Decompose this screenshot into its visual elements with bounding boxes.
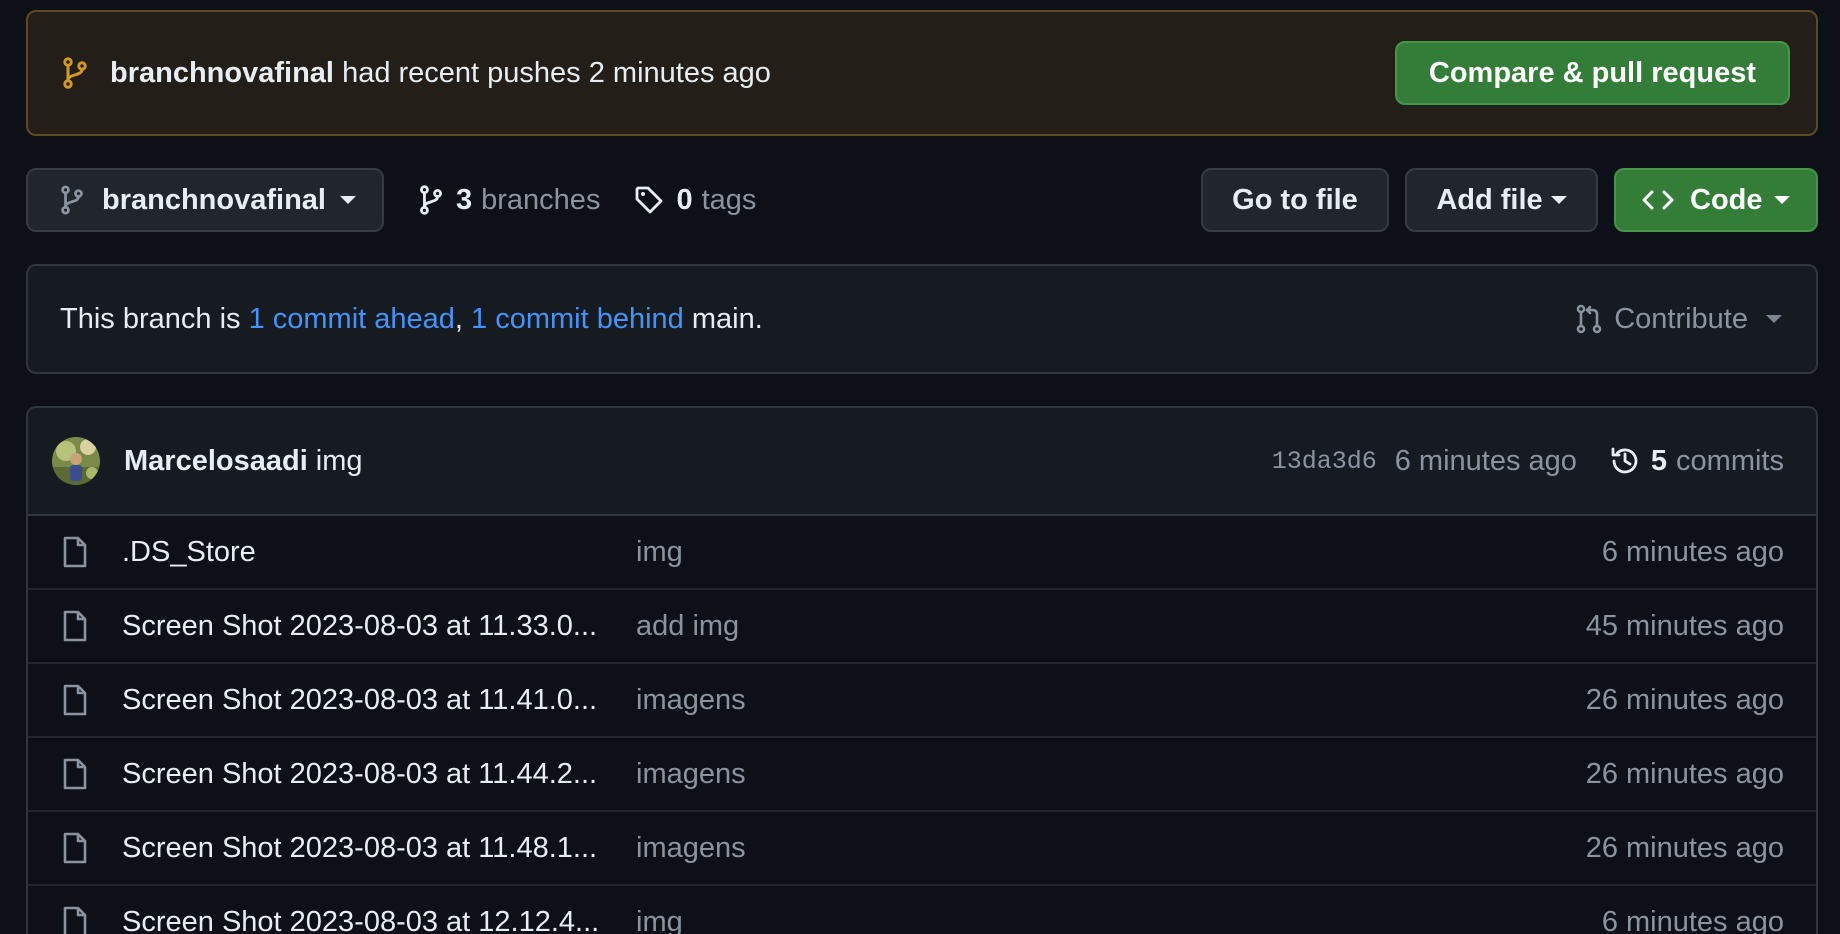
file-icon (62, 906, 100, 934)
git-branch-icon (60, 185, 84, 215)
branch-select-label: branchnovafinal (102, 183, 326, 216)
banner-branch-name[interactable]: branchnovafinal (110, 57, 334, 89)
commit-sha[interactable]: 13da3d6 (1272, 447, 1377, 476)
branches-count: 3 (456, 183, 473, 216)
file-name[interactable]: Screen Shot 2023-08-03 at 11.33.0... (122, 610, 636, 643)
file-commit-age: 26 minutes ago (1585, 683, 1784, 716)
file-commit-message[interactable]: imagens (636, 758, 1586, 791)
chevron-down-icon (1550, 196, 1567, 204)
file-commit-message[interactable]: imagens (636, 684, 1586, 717)
commits-ahead-link[interactable]: 1 commit ahead (249, 303, 455, 335)
file-icon (62, 684, 100, 716)
table-row[interactable]: Screen Shot 2023-08-03 at 11.48.1... ima… (28, 812, 1816, 886)
file-icon (62, 832, 100, 864)
commits-history-link[interactable]: 5 commits (1609, 445, 1784, 478)
file-commit-message[interactable]: img (636, 906, 1602, 934)
file-commit-message[interactable]: img (636, 536, 1602, 569)
branches-label: branches (481, 183, 601, 216)
code-button[interactable]: Code (1614, 168, 1818, 232)
file-commit-age: 26 minutes ago (1585, 757, 1784, 790)
status-suffix: main. (691, 302, 763, 335)
branch-select-button[interactable]: branchnovafinal (26, 168, 384, 232)
repo-toolbar: branchnovafinal 3 branches 0 tags Go to … (26, 168, 1818, 232)
file-commit-message[interactable]: imagens (636, 832, 1586, 865)
add-file-button[interactable]: Add file (1405, 168, 1598, 232)
table-row[interactable]: Screen Shot 2023-08-03 at 11.33.0... add… (28, 590, 1816, 664)
file-commit-age: 6 minutes ago (1601, 535, 1784, 568)
tag-icon (634, 185, 664, 215)
code-icon (1642, 188, 1674, 212)
commit-author[interactable]: Marcelosaadi (124, 445, 308, 478)
table-row[interactable]: Screen Shot 2023-08-03 at 12.12.4... img… (28, 886, 1816, 934)
file-commit-age: 26 minutes ago (1585, 831, 1784, 864)
commits-count: 5 (1650, 444, 1668, 477)
branch-status-box: This branch is 1 commit ahead, 1 commit … (26, 264, 1818, 374)
status-prefix: This branch is (60, 302, 241, 335)
chevron-down-icon (1766, 315, 1782, 323)
code-label: Code (1690, 183, 1763, 216)
contribute-label: Contribute (1614, 302, 1748, 335)
git-pull-request-icon (1576, 304, 1602, 334)
latest-commit-header: Marcelosaadi img 13da3d6 6 minutes ago 5… (28, 408, 1816, 516)
table-row[interactable]: .DS_Store img 6 minutes ago (28, 516, 1816, 590)
file-commit-age: 45 minutes ago (1585, 609, 1784, 642)
banner-message: branchnovafinal had recent pushes 2 minu… (110, 57, 1395, 90)
commits-label: commits (1676, 444, 1784, 477)
go-to-file-button[interactable]: Go to file (1201, 168, 1389, 232)
file-name[interactable]: Screen Shot 2023-08-03 at 12.12.4... (122, 906, 636, 934)
branch-status-text: This branch is 1 commit ahead, 1 commit … (60, 303, 1576, 336)
add-file-label: Add file (1436, 183, 1543, 216)
file-list: Marcelosaadi img 13da3d6 6 minutes ago 5… (26, 406, 1818, 934)
file-name[interactable]: Screen Shot 2023-08-03 at 11.48.1... (122, 832, 636, 865)
avatar[interactable] (52, 437, 100, 485)
table-row[interactable]: Screen Shot 2023-08-03 at 11.41.0... ima… (28, 664, 1816, 738)
git-branch-icon (418, 185, 444, 215)
chevron-down-icon (340, 196, 356, 204)
contribute-dropdown[interactable]: Contribute (1576, 303, 1782, 336)
file-commit-message[interactable]: add img (636, 610, 1586, 643)
file-commit-age: 6 minutes ago (1601, 905, 1784, 934)
tags-label: tags (701, 183, 757, 216)
commit-message[interactable]: img (316, 445, 1272, 478)
history-icon (1609, 445, 1641, 477)
table-row[interactable]: Screen Shot 2023-08-03 at 11.44.2... ima… (28, 738, 1816, 812)
file-name[interactable]: Screen Shot 2023-08-03 at 11.41.0... (122, 684, 636, 717)
chevron-down-icon (1774, 196, 1790, 204)
recent-pushes-banner: branchnovafinal had recent pushes 2 minu… (26, 10, 1818, 136)
file-icon (62, 536, 100, 568)
tags-link[interactable]: 0 tags (634, 184, 756, 217)
tags-count: 0 (676, 183, 693, 216)
branches-link[interactable]: 3 branches (418, 184, 600, 217)
file-icon (62, 758, 100, 790)
commit-time: 6 minutes ago (1394, 444, 1577, 477)
status-separator: , (454, 302, 463, 335)
commits-behind-link[interactable]: 1 commit behind (471, 303, 684, 335)
git-branch-icon (62, 57, 88, 89)
file-name[interactable]: Screen Shot 2023-08-03 at 11.44.2... (122, 758, 636, 791)
file-icon (62, 610, 100, 642)
compare-pull-request-button[interactable]: Compare & pull request (1394, 41, 1790, 105)
banner-text: had recent pushes 2 minutes ago (342, 56, 771, 89)
file-name[interactable]: .DS_Store (122, 536, 636, 569)
